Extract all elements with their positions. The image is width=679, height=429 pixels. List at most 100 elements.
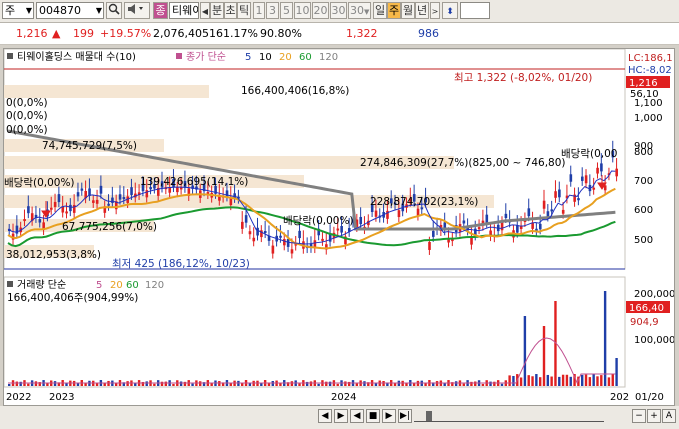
profile-label-8: 228,874,702(23,1%) xyxy=(370,196,478,208)
candle-body xyxy=(374,210,378,217)
zoom-in-button[interactable]: + xyxy=(647,409,661,423)
candle-body xyxy=(538,223,542,230)
period-tick[interactable]: 틱 xyxy=(237,2,251,19)
candle-body xyxy=(107,203,110,206)
period-minute[interactable]: 분 xyxy=(210,2,224,19)
price-legend: 티웨이홀딩스 매물대 수(10) xyxy=(17,50,136,63)
scroll-left-button[interactable]: ◀ xyxy=(318,409,332,423)
period-20[interactable]: 20 xyxy=(312,2,329,19)
profile-label-1: 166,400,406(16,8%) xyxy=(241,85,349,97)
volume-bar xyxy=(336,383,339,386)
stock-name-field[interactable]: 티웨이 xyxy=(169,2,199,19)
candle-body xyxy=(145,190,149,198)
volume-bar xyxy=(210,383,213,386)
stop-button[interactable]: ■ xyxy=(366,409,380,423)
volume-bar xyxy=(172,383,175,386)
slider-handle[interactable] xyxy=(426,411,432,421)
high-annotation: 최고 1,322 (-8,02%, 01/20) xyxy=(454,72,592,84)
play-back-button[interactable]: ◀ xyxy=(350,409,364,423)
sound-button[interactable] xyxy=(124,2,150,19)
volume-bar xyxy=(34,381,38,386)
period-second[interactable]: 초 xyxy=(224,2,237,19)
volume-bar xyxy=(355,383,359,386)
candle-body xyxy=(569,174,573,182)
prev-button[interactable]: ◀ xyxy=(200,2,210,19)
volume-bar xyxy=(500,383,504,386)
profile-label-5: 74,745,729(7,5%) xyxy=(42,140,137,152)
updown-button[interactable]: ⬍ xyxy=(442,2,458,19)
candle-body xyxy=(321,238,324,241)
period-3[interactable]: 3 xyxy=(266,2,279,19)
candle-body xyxy=(130,187,133,195)
change-amount: 199 xyxy=(73,27,94,40)
volume-bar xyxy=(474,381,477,386)
candle-body xyxy=(615,168,618,177)
chart-panel[interactable]: 티웨이홀딩스 매물대 수(10) 종가 단순 5 10 20 60 120 16… xyxy=(3,48,675,406)
volume-bar xyxy=(550,376,553,386)
candle-body xyxy=(516,225,519,233)
candle-body xyxy=(95,199,99,204)
period-30[interactable]: 30 xyxy=(330,2,347,19)
play-forward-button[interactable]: ▶ xyxy=(382,409,396,423)
tick-700: 700 xyxy=(634,176,653,187)
range-year[interactable]: 년 xyxy=(415,2,429,19)
candle-body xyxy=(558,189,561,198)
tick-800: 800 xyxy=(634,147,653,158)
candle-body xyxy=(500,222,504,231)
ma-legend-5: 5 xyxy=(245,52,251,63)
next-button[interactable]: > xyxy=(430,2,440,19)
candle-body xyxy=(581,176,584,181)
volume-bar xyxy=(27,383,30,386)
current-price-label: 1,216 xyxy=(629,78,658,89)
triangle-left-icon: ◀ xyxy=(321,411,329,421)
range-month[interactable]: 월 xyxy=(401,2,415,19)
range-day[interactable]: 일 xyxy=(373,2,387,19)
volume-bar xyxy=(46,383,49,386)
caret-right-icon: > xyxy=(431,7,439,16)
candle-body xyxy=(596,167,599,174)
volume-bar xyxy=(542,326,546,386)
candle-body xyxy=(550,209,554,212)
volume-bar xyxy=(527,375,530,386)
chart-canvas[interactable]: 티웨이홀딩스 매물대 수(10) 종가 단순 5 10 20 60 120 16… xyxy=(3,48,675,405)
end-button[interactable]: ▶| xyxy=(398,409,412,423)
profile-label-6: 274,846,309(27,7%)(825,00 ~ 746,80) xyxy=(360,157,566,169)
updown-arrow-icon: ⬍ xyxy=(446,7,454,17)
period-custom[interactable]: 30▼ xyxy=(348,2,371,19)
candle-body xyxy=(428,241,431,250)
speaker-icon xyxy=(128,4,143,14)
volume-bar xyxy=(600,375,603,386)
volume-current-pct: 904,9 xyxy=(630,317,659,328)
candle-body xyxy=(504,213,508,219)
search-button[interactable] xyxy=(106,2,122,19)
period-1[interactable]: 1 xyxy=(253,2,265,19)
stock-badge[interactable]: 종 xyxy=(153,2,168,19)
volume-ma-60: 60 xyxy=(126,280,139,291)
profile-label-10: 38,012,953(3,8%) xyxy=(6,249,101,261)
volume-bar xyxy=(363,381,366,386)
volume-bar xyxy=(546,374,550,386)
candle-body xyxy=(61,206,65,213)
scroll-right-button[interactable]: ▶ xyxy=(334,409,348,423)
hc-label: HC:-8,02 xyxy=(628,65,672,76)
zoom-slider[interactable] xyxy=(414,411,604,422)
extra-input[interactable] xyxy=(460,2,490,19)
volume-bar xyxy=(8,384,11,386)
volume-bar xyxy=(53,381,57,386)
zoom-out-button[interactable]: − xyxy=(632,409,646,423)
volume-bar xyxy=(512,375,515,386)
code-input[interactable]: 004870 ▼ xyxy=(36,2,104,19)
volume-bar xyxy=(435,381,439,386)
reset-button[interactable]: A xyxy=(662,409,676,423)
range-week[interactable]: 주 xyxy=(387,2,401,19)
period-10[interactable]: 10 xyxy=(294,2,311,19)
candle-body xyxy=(27,206,30,214)
ma-legend-20: 20 xyxy=(279,52,292,63)
market-select[interactable]: 주 ▼ xyxy=(2,2,34,19)
profile-label-4: 0(0,0%) xyxy=(6,124,48,136)
period-5[interactable]: 5 xyxy=(280,2,293,19)
x-label-2025: 202 xyxy=(610,392,629,403)
volume-bar xyxy=(493,381,496,386)
x-label-2023: 2023 xyxy=(49,392,74,403)
volume-bar xyxy=(164,381,168,386)
